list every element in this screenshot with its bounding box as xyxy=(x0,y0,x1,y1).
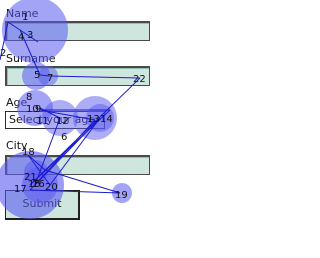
submit-button[interactable]: Submit xyxy=(5,190,80,220)
surname-input[interactable] xyxy=(5,66,150,86)
name-label: Name xyxy=(6,7,39,20)
surname-label: Surname xyxy=(6,52,56,65)
city-input[interactable] xyxy=(5,155,150,175)
name-input[interactable] xyxy=(5,21,150,41)
age-label: Age xyxy=(6,96,28,109)
form: Name Surname Age Select your age City Su… xyxy=(0,0,213,258)
city-label: City xyxy=(6,139,28,152)
age-select[interactable]: Select your age xyxy=(5,111,105,129)
